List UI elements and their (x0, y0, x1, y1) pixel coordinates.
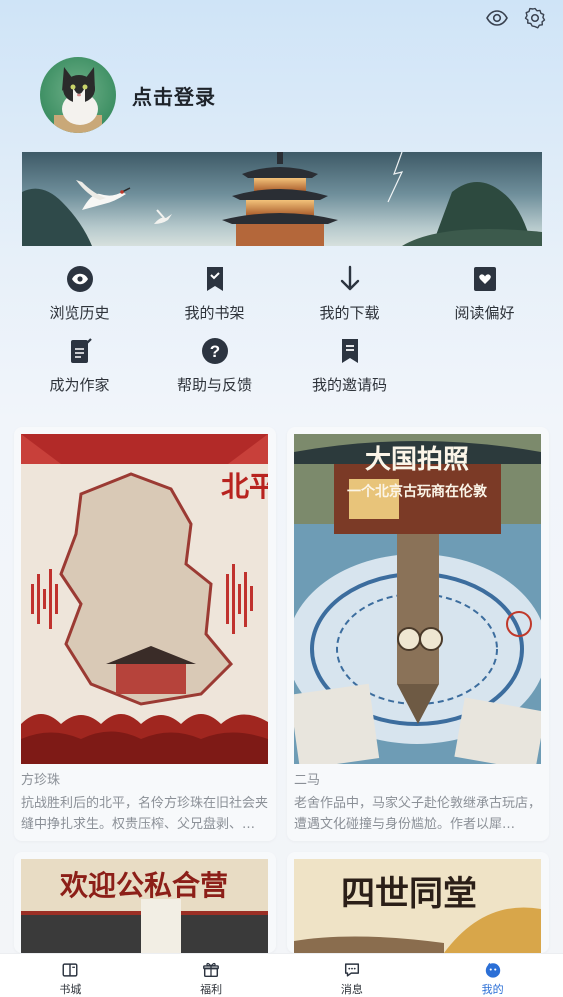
message-icon (344, 963, 359, 977)
settings-gear-icon[interactable] (523, 6, 547, 30)
book-card[interactable]: 大国拍照 一个北京古玩商在伦敦 二马 老舍作品中，马家父子赴伦敦继承古玩店，遭遇… (287, 427, 549, 841)
profile-header: 点击登录 (40, 57, 216, 133)
book-description: 抗战胜利后的北平，名伶方珍珠在旧社会夹缝中挣扎求生。权贵压榨、父兄盘剥、… (21, 796, 269, 832)
menu-item-label: 浏览历史 (49, 304, 110, 322)
nav-label: 书城 (59, 983, 82, 996)
menu-item-become-writer[interactable]: 成为作家 (12, 336, 147, 395)
menu-item-label: 我的书架 (184, 304, 245, 322)
cover-title: 大国拍照 (365, 445, 469, 475)
book-cover: 欢迎公私合营 (21, 859, 268, 953)
menu-item-reading-preference[interactable]: 阅读偏好 (417, 264, 552, 323)
book-card[interactable]: 北平少女 方珍珠 抗战胜利后的北平，名伶方珍珠在旧社会夹缝中挣扎求生。权贵压榨、… (14, 427, 276, 841)
cat-avatar-image (54, 67, 102, 133)
menu-item-invite-code[interactable]: 我的邀请码 (282, 336, 417, 395)
eye-icon (66, 266, 93, 292)
book-author: 方珍珠 (21, 773, 61, 788)
help-question-icon: ? (201, 338, 228, 364)
book-cover: 四世同堂 (294, 859, 541, 953)
nav-label: 我的 (481, 983, 504, 996)
download-arrow-icon (340, 265, 359, 291)
svg-text:?: ? (209, 342, 219, 361)
menu-item-downloads[interactable]: 我的下载 (282, 264, 417, 323)
nav-mine[interactable]: 我的 (422, 954, 563, 997)
book-description: 老舍作品中，马家父子赴伦敦继承古玩店，遭遇文化碰撞与身份尴尬。作者以犀… (294, 796, 542, 832)
book-card[interactable]: 欢迎公私合营 (14, 852, 276, 953)
nav-label: 福利 (200, 983, 223, 996)
nav-messages[interactable]: 消息 (282, 954, 423, 997)
cover-title: 四世同堂 (341, 874, 477, 914)
menu-item-label: 成为作家 (49, 376, 110, 394)
menu-item-label: 我的下载 (319, 304, 380, 322)
bottom-navigation: 书城 福利 消息 我的 (0, 953, 563, 997)
pagoda-cranes-illustration (22, 152, 542, 246)
menu-item-label: 我的邀请码 (311, 376, 387, 394)
book-card[interactable]: 四世同堂 (287, 852, 549, 953)
login-link[interactable]: 点击登录 (132, 81, 216, 110)
menu-item-label: 阅读偏好 (454, 304, 515, 322)
menu-item-label: 帮助与反馈 (176, 376, 252, 394)
book-city-icon (62, 963, 78, 977)
cover-art-beiping: 北平少女 (21, 434, 268, 764)
write-document-icon (70, 338, 92, 363)
heart-bookmark-icon (473, 267, 496, 291)
bookmark-icon (206, 267, 223, 291)
book-author: 二马 (294, 773, 321, 788)
promo-banner[interactable] (22, 152, 542, 246)
gift-icon (203, 962, 220, 978)
cover-art-four-generations: 四世同堂 (294, 859, 541, 953)
invite-code-icon (341, 339, 358, 363)
cover-art-london: 大国拍照 一个北京古玩商在伦敦 (294, 434, 541, 764)
cover-art-public-private: 欢迎公私合营 (21, 859, 268, 953)
menu-item-help-feedback[interactable]: ? 帮助与反馈 (147, 336, 282, 395)
nav-welfare[interactable]: 福利 (141, 954, 282, 997)
cover-title: 欢迎公私合营 (59, 869, 228, 902)
profile-face-icon (485, 962, 500, 978)
eye-icon[interactable] (485, 6, 509, 30)
avatar[interactable] (40, 57, 116, 133)
book-cover: 北平少女 (21, 434, 268, 764)
nav-label: 消息 (340, 983, 363, 996)
nav-book-city[interactable]: 书城 (0, 954, 141, 997)
cover-subtitle: 一个北京古玩商在伦敦 (347, 483, 488, 500)
menu-item-browse-history[interactable]: 浏览历史 (12, 264, 147, 323)
top-toolbar (485, 6, 547, 30)
menu-item-bookshelf[interactable]: 我的书架 (147, 264, 282, 323)
book-cover: 大国拍照 一个北京古玩商在伦敦 (294, 434, 541, 764)
cover-title: 北平少女 (221, 470, 268, 503)
